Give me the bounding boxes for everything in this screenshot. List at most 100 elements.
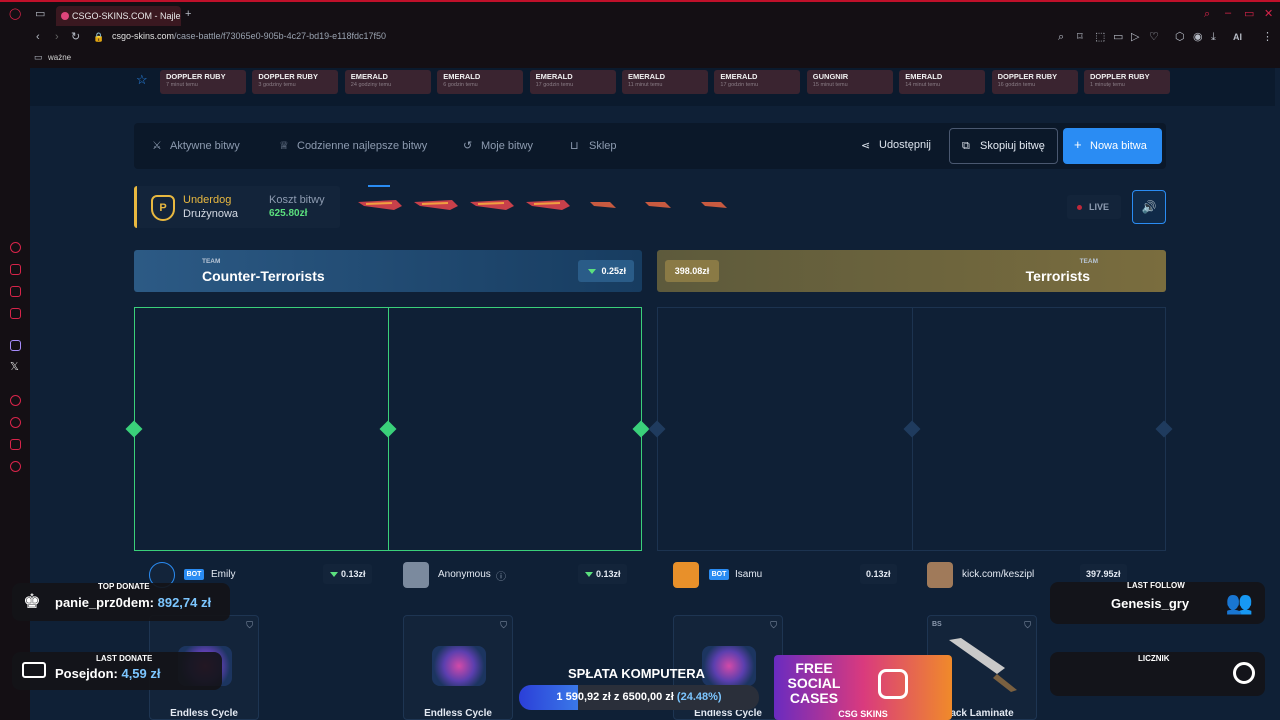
team-ct-header: TEAM Counter-Terrorists xyxy=(134,250,642,292)
notification-icon[interactable] xyxy=(10,264,21,275)
live-drop-item[interactable]: DOPPLER RUBY 1 minutę temu xyxy=(1084,70,1170,94)
nav-shop[interactable]: Sklep xyxy=(589,140,617,152)
extensions-icon[interactable]: ▭ xyxy=(1113,31,1123,43)
history-icon[interactable] xyxy=(10,395,21,406)
download-icon[interactable]: ⤓ xyxy=(1211,31,1216,43)
profile-icon[interactable]: ◉ xyxy=(1193,31,1203,43)
address-bar: ‹ › ↻ 🔒 csgo-skins.com/case-battle/f7306… xyxy=(0,28,1280,48)
snapshot-icon[interactable]: ⬚ xyxy=(1095,31,1105,43)
url-field[interactable]: csgo-skins.com/case-battle/f73065e0-905b… xyxy=(112,31,386,41)
live-drop-item[interactable]: DOPPLER RUBY 16 godzin temu xyxy=(991,70,1078,94)
tab-menu-icon[interactable]: ▭ xyxy=(35,8,45,20)
star-icon[interactable]: ☆ xyxy=(136,73,148,86)
case-card[interactable]: ⛉ Endless Cycle xyxy=(403,615,513,720)
new-battle-button[interactable]: + Nowa bitwa xyxy=(1063,128,1162,164)
heart-icon[interactable]: ♡ xyxy=(1149,31,1159,43)
browser-sidebar: 𝕏 xyxy=(0,68,30,720)
bookmark-folder-wazne[interactable]: ważne xyxy=(48,53,71,62)
instagram-icon xyxy=(878,669,908,699)
case-knife-icon[interactable] xyxy=(643,196,673,216)
x-icon[interactable]: 𝕏 xyxy=(10,362,21,373)
opera-logo-icon[interactable]: ◯ xyxy=(9,8,21,20)
forward-icon[interactable]: › xyxy=(55,31,59,43)
maximize-icon[interactable]: ▭ xyxy=(1244,8,1254,20)
live-drop-item[interactable]: DOPPLER RUBY 3 godziny temu xyxy=(252,70,339,94)
last-follow-widget: LAST FOLLOW Genesis_gry 👥 xyxy=(1050,581,1265,624)
live-drop-item[interactable]: DOPPLER RUBY 7 minut temu xyxy=(160,70,246,94)
roll-marker-icon xyxy=(379,420,397,438)
wear-tag: BS xyxy=(932,621,942,628)
case-knife-icon[interactable] xyxy=(468,196,516,216)
battle-info: P Underdog Drużynowa Koszt bitwy 625.80z… xyxy=(134,186,340,228)
bot-badge: BOT xyxy=(709,569,729,580)
basket-icon: ⊔ xyxy=(570,140,579,152)
case-knife-icon[interactable] xyxy=(588,196,618,216)
ai-button[interactable]: AI xyxy=(1233,31,1242,43)
live-drop-item[interactable]: EMERALD 6 godzin temu xyxy=(437,70,524,94)
settings-icon[interactable] xyxy=(10,461,21,472)
goal-title: SPŁATA KOMPUTERA xyxy=(568,666,705,681)
nav-active-battles[interactable]: Aktywne bitwy xyxy=(170,140,240,152)
bookmarks-bar: ▭ ważne xyxy=(0,48,1280,68)
player-anonymous[interactable]: Anonymous ⓘ xyxy=(403,562,573,588)
drop-time: 1 minutę temu xyxy=(1090,82,1125,88)
back-icon[interactable]: ‹ xyxy=(36,31,40,43)
case-knife-icon[interactable] xyxy=(412,196,460,216)
last-donate-value: Posejdon: 4,59 zł xyxy=(55,666,161,681)
player-isamu[interactable]: BOT Isamu xyxy=(673,562,843,588)
player-name: Isamu xyxy=(735,569,763,580)
live-drop-item[interactable]: EMERALD 11 minut temu xyxy=(622,70,708,94)
clock-icon[interactable] xyxy=(10,417,21,428)
mail-icon[interactable] xyxy=(10,308,21,319)
live-drops-bar: ☆ DOPPLER RUBY 7 minut temu DOPPLER RUBY 3 … xyxy=(30,68,1275,106)
site-favicon-icon xyxy=(61,12,69,20)
copy-icon: ⧉ xyxy=(962,140,970,152)
minimize-icon[interactable]: – xyxy=(1225,7,1231,19)
live-drop-item[interactable]: GUNGNIR 15 minut temu xyxy=(806,70,893,94)
promo-text: FREE SOCIAL CASES xyxy=(787,660,841,706)
search-icon[interactable]: ⌕ xyxy=(1204,8,1210,20)
cube-icon[interactable]: ⬡ xyxy=(1175,31,1185,43)
last-follow-user: Genesis_gry xyxy=(1111,596,1190,611)
menu-icon[interactable]: ⋮ xyxy=(1262,31,1273,43)
promo-banner[interactable]: FREE SOCIAL CASES CSG SKINS xyxy=(774,655,952,720)
twitch-icon[interactable] xyxy=(10,340,21,351)
info-icon[interactable]: ⓘ xyxy=(496,568,506,583)
tab-csgo-skins[interactable]: CSGO-SKINS.COM - Najle xyxy=(56,6,181,26)
folder-icon: ▭ xyxy=(34,52,43,62)
live-drop-item[interactable]: EMERALD 24 godziny temu xyxy=(344,70,431,94)
speaker-icon: 🔊 xyxy=(1141,200,1157,214)
avatar xyxy=(673,562,699,588)
box-icon[interactable] xyxy=(10,439,21,450)
new-tab-icon[interactable]: + xyxy=(185,8,191,20)
copy-battle-button[interactable]: ⧉ Skopiuj bitwę xyxy=(949,128,1058,164)
battle-type: Drużynowa xyxy=(183,208,239,220)
goal-progress-text: 1 590,92 zł z 6500,00 zł (24.48%) xyxy=(556,691,722,703)
nav-my-battles[interactable]: Moje bitwy xyxy=(481,140,533,152)
chat-icon[interactable] xyxy=(10,286,21,297)
zoom-icon[interactable]: ⌕ xyxy=(1058,31,1064,43)
reload-icon[interactable]: ↻ xyxy=(71,31,80,43)
player-name: Emily xyxy=(211,569,236,580)
round-indicator xyxy=(368,185,390,187)
battle-cost-label: Koszt bitwy xyxy=(269,194,325,206)
nav-daily-best[interactable]: Codzienne najlepsze bitwy xyxy=(297,140,427,152)
case-knife-icon[interactable] xyxy=(524,196,572,216)
arena-t xyxy=(648,307,1173,551)
close-icon[interactable]: ✕ xyxy=(1264,8,1273,20)
live-drop-item[interactable]: EMERALD 17 godzin temu xyxy=(529,70,616,94)
team-label: TEAM xyxy=(202,258,221,265)
drop-skin-name: EMERALD xyxy=(350,72,388,81)
live-drop-item[interactable]: EMERALD 17 godzin temu xyxy=(714,70,801,94)
case-knife-icon[interactable] xyxy=(699,196,729,216)
case-knife-icon[interactable] xyxy=(356,196,404,216)
team-t-value: 398.08zł xyxy=(665,260,719,282)
play-icon[interactable]: ▷ xyxy=(1131,31,1139,43)
live-drop-item[interactable]: EMERALD 14 minut temu xyxy=(899,70,986,94)
player-value: 0.13zł xyxy=(323,564,372,584)
team-name: Counter-Terrorists xyxy=(202,268,325,284)
messenger-icon[interactable] xyxy=(10,242,21,253)
sound-toggle-button[interactable]: 🔊 xyxy=(1132,190,1166,224)
bookmark-icon[interactable]: ⌑ xyxy=(1077,31,1083,43)
share-button[interactable]: Udostępnij xyxy=(879,139,931,151)
